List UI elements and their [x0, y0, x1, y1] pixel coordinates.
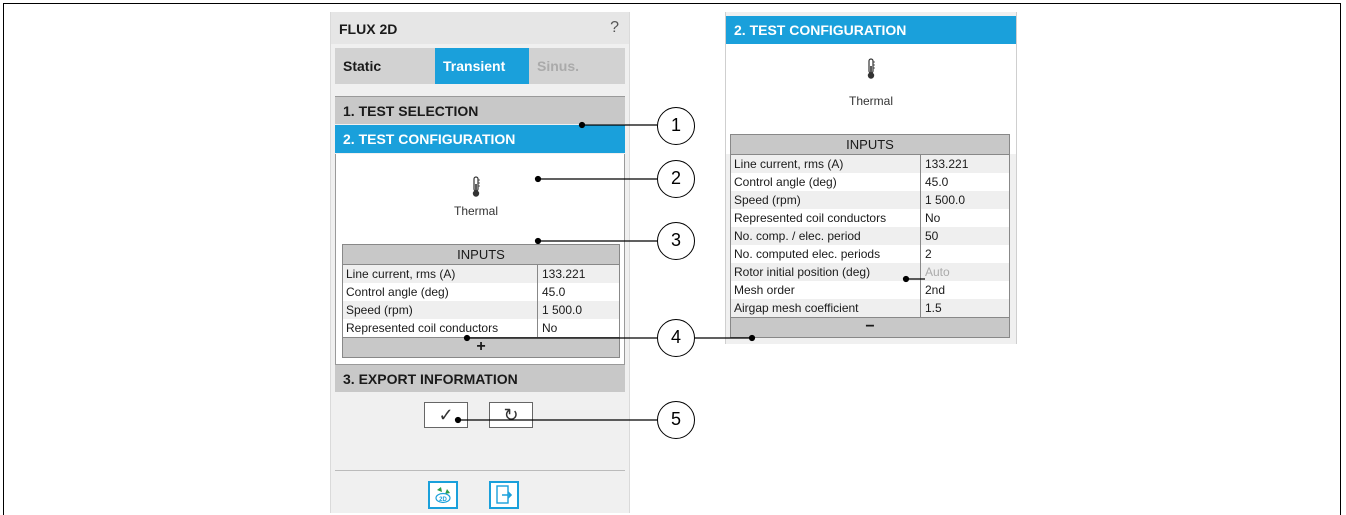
callout-1: 1	[657, 107, 695, 145]
callout-2: 2	[657, 160, 695, 198]
callout-4: 4	[657, 319, 695, 357]
callout-5: 5	[657, 401, 695, 439]
callout-3: 3	[657, 222, 695, 260]
